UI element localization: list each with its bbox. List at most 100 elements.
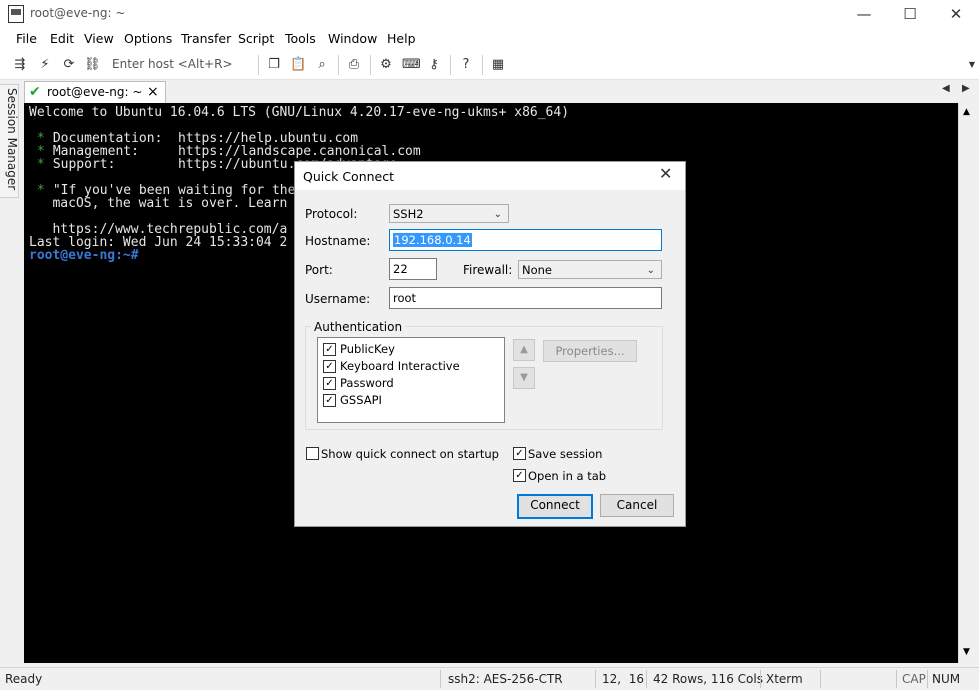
terminal-line: Welcome to Ubuntu 16.04.6 LTS (GNU/Linux… <box>29 105 570 120</box>
scroll-down-icon[interactable]: ▼ <box>963 647 970 657</box>
status-bar: Ready ssh2: AES-256-CTR 12, 16 42 Rows, … <box>0 667 979 690</box>
copy-icon[interactable]: ❐ <box>266 57 282 73</box>
menu-file[interactable]: File <box>16 31 37 46</box>
session-tab[interactable]: ✔ root@eve-ng: ~ × <box>24 81 166 104</box>
find-icon[interactable]: ⌕ <box>314 57 330 73</box>
tab-close-icon[interactable]: × <box>147 84 159 100</box>
toolbar: ⇶ ⚡ ⟳ ⛓ Enter host <Alt+R> ❐ 📋 ⌕ ⎙ ⚙ ⌨ ⚷… <box>0 50 979 80</box>
sftp-icon[interactable]: ⚷ <box>426 57 442 73</box>
menu-edit[interactable]: Edit <box>50 31 74 46</box>
host-input[interactable]: Enter host <Alt+R> <box>112 57 233 71</box>
title-bar: root@eve-ng: ~ — ☐ ✕ <box>0 0 979 28</box>
hostname-field[interactable]: 192.168.0.14 <box>389 229 662 251</box>
auth-method-label[interactable]: Keyboard Interactive <box>340 359 460 373</box>
properties-button[interactable]: Properties... <box>543 340 637 362</box>
settings-icon[interactable]: ⚙ <box>378 57 394 73</box>
disconnect-icon[interactable]: ⛓ <box>84 57 101 73</box>
menu-help[interactable]: Help <box>387 31 416 46</box>
status-divider <box>646 670 647 688</box>
password-checkbox[interactable]: ✓ <box>323 377 336 390</box>
status-size: 42 Rows, 116 Cols <box>653 672 763 686</box>
chevron-down-icon: ⌄ <box>493 209 502 220</box>
move-down-button[interactable]: ▼ <box>513 367 535 389</box>
save-session-label[interactable]: Save session <box>528 447 602 461</box>
session-manager-label: Session Manager <box>5 88 19 191</box>
toolbar-overflow-icon[interactable]: ▼ <box>964 57 979 73</box>
auth-method-label[interactable]: PublicKey <box>340 342 395 356</box>
auth-methods-list[interactable]: ✓ PublicKey ✓ Keyboard Interactive ✓ Pas… <box>317 337 505 423</box>
move-up-button[interactable]: ▲ <box>513 339 535 361</box>
open-in-tab-label[interactable]: Open in a tab <box>528 469 606 483</box>
maximize-button[interactable]: ☐ <box>887 0 933 28</box>
keyboard-interactive-checkbox[interactable]: ✓ <box>323 360 336 373</box>
status-divider <box>440 670 441 688</box>
menu-options[interactable]: Options <box>124 31 172 46</box>
status-cipher: ssh2: AES-256-CTR <box>448 672 563 686</box>
keymap-icon[interactable]: ⌨ <box>402 57 421 73</box>
toolbar-separator <box>258 55 259 75</box>
status-emulation: Xterm <box>766 672 803 686</box>
tab-scroll-right-icon[interactable]: ▶ <box>962 83 970 94</box>
port-label: Port: <box>305 263 333 277</box>
connect-icon[interactable]: ⇶ <box>12 57 28 73</box>
dialog-title: Quick Connect <box>303 169 395 184</box>
cancel-button[interactable]: Cancel <box>600 494 674 517</box>
arrow-down-icon: ▼ <box>520 372 528 383</box>
screen-icon[interactable]: ▦ <box>490 57 506 73</box>
tab-label: root@eve-ng: ~ <box>47 85 143 99</box>
terminal-scrollbar[interactable]: ▲ ▼ <box>958 103 976 663</box>
authentication-label: Authentication <box>311 320 406 334</box>
minimize-button[interactable]: — <box>841 0 887 28</box>
connect-button[interactable]: Connect <box>517 494 593 519</box>
status-cursor: 12, 16 <box>602 672 644 686</box>
quick-connect-icon[interactable]: ⚡ <box>37 57 53 73</box>
toolbar-separator <box>450 55 451 75</box>
tab-bar: ◀ ▶ <box>24 80 979 102</box>
menu-script[interactable]: Script <box>238 31 274 46</box>
reconnect-icon[interactable]: ⟳ <box>61 57 77 73</box>
dialog-close-icon[interactable]: ✕ <box>659 164 672 183</box>
status-divider <box>760 670 761 688</box>
firewall-select[interactable]: None ⌄ <box>518 260 662 279</box>
toolbar-separator <box>482 55 483 75</box>
status-divider <box>595 670 596 688</box>
auth-method-label[interactable]: Password <box>340 376 394 390</box>
terminal-line: macOS, the wait is over. Learn <box>29 196 288 211</box>
close-button[interactable]: ✕ <box>933 0 979 28</box>
protocol-value: SSH2 <box>393 207 424 221</box>
print-icon[interactable]: ⎙ <box>346 57 362 73</box>
status-divider <box>820 670 821 688</box>
username-field[interactable]: root <box>389 287 662 309</box>
save-session-checkbox[interactable]: ✓ <box>513 447 526 460</box>
session-manager-tab[interactable]: Session Manager <box>0 84 19 198</box>
gssapi-checkbox[interactable]: ✓ <box>323 394 336 407</box>
toolbar-separator <box>370 55 371 75</box>
help-icon[interactable]: ? <box>458 57 474 73</box>
arrow-up-icon: ▲ <box>520 344 528 355</box>
window-title: root@eve-ng: ~ <box>30 6 126 20</box>
paste-icon[interactable]: 📋 <box>290 57 306 73</box>
dialog-title-bar: Quick Connect ✕ <box>295 162 685 190</box>
menu-view[interactable]: View <box>84 31 114 46</box>
port-value: 22 <box>393 262 408 276</box>
chevron-down-icon: ⌄ <box>646 265 655 276</box>
menu-tools[interactable]: Tools <box>285 31 316 46</box>
show-on-startup-label[interactable]: Show quick connect on startup <box>321 447 499 461</box>
menu-transfer[interactable]: Transfer <box>181 31 231 46</box>
scroll-up-icon[interactable]: ▲ <box>963 107 970 117</box>
protocol-select[interactable]: SSH2 ⌄ <box>389 204 509 223</box>
open-in-tab-checkbox[interactable]: ✓ <box>513 469 526 482</box>
menu-bar: File Edit View Options Transfer Script T… <box>0 28 979 50</box>
menu-window[interactable]: Window <box>328 31 377 46</box>
connected-check-icon: ✔ <box>29 84 41 100</box>
status-cap: CAP <box>902 672 926 686</box>
publickey-checkbox[interactable]: ✓ <box>323 343 336 356</box>
app-icon <box>8 5 24 23</box>
port-field[interactable]: 22 <box>389 258 437 280</box>
tab-scroll-left-icon[interactable]: ◀ <box>942 83 950 94</box>
auth-method-label[interactable]: GSSAPI <box>340 393 382 407</box>
hostname-value: 192.168.0.14 <box>393 233 472 247</box>
quick-connect-dialog: Quick Connect ✕ Protocol: SSH2 ⌄ Hostnam… <box>294 161 686 527</box>
show-on-startup-checkbox[interactable] <box>306 447 319 460</box>
username-value: root <box>393 291 417 305</box>
